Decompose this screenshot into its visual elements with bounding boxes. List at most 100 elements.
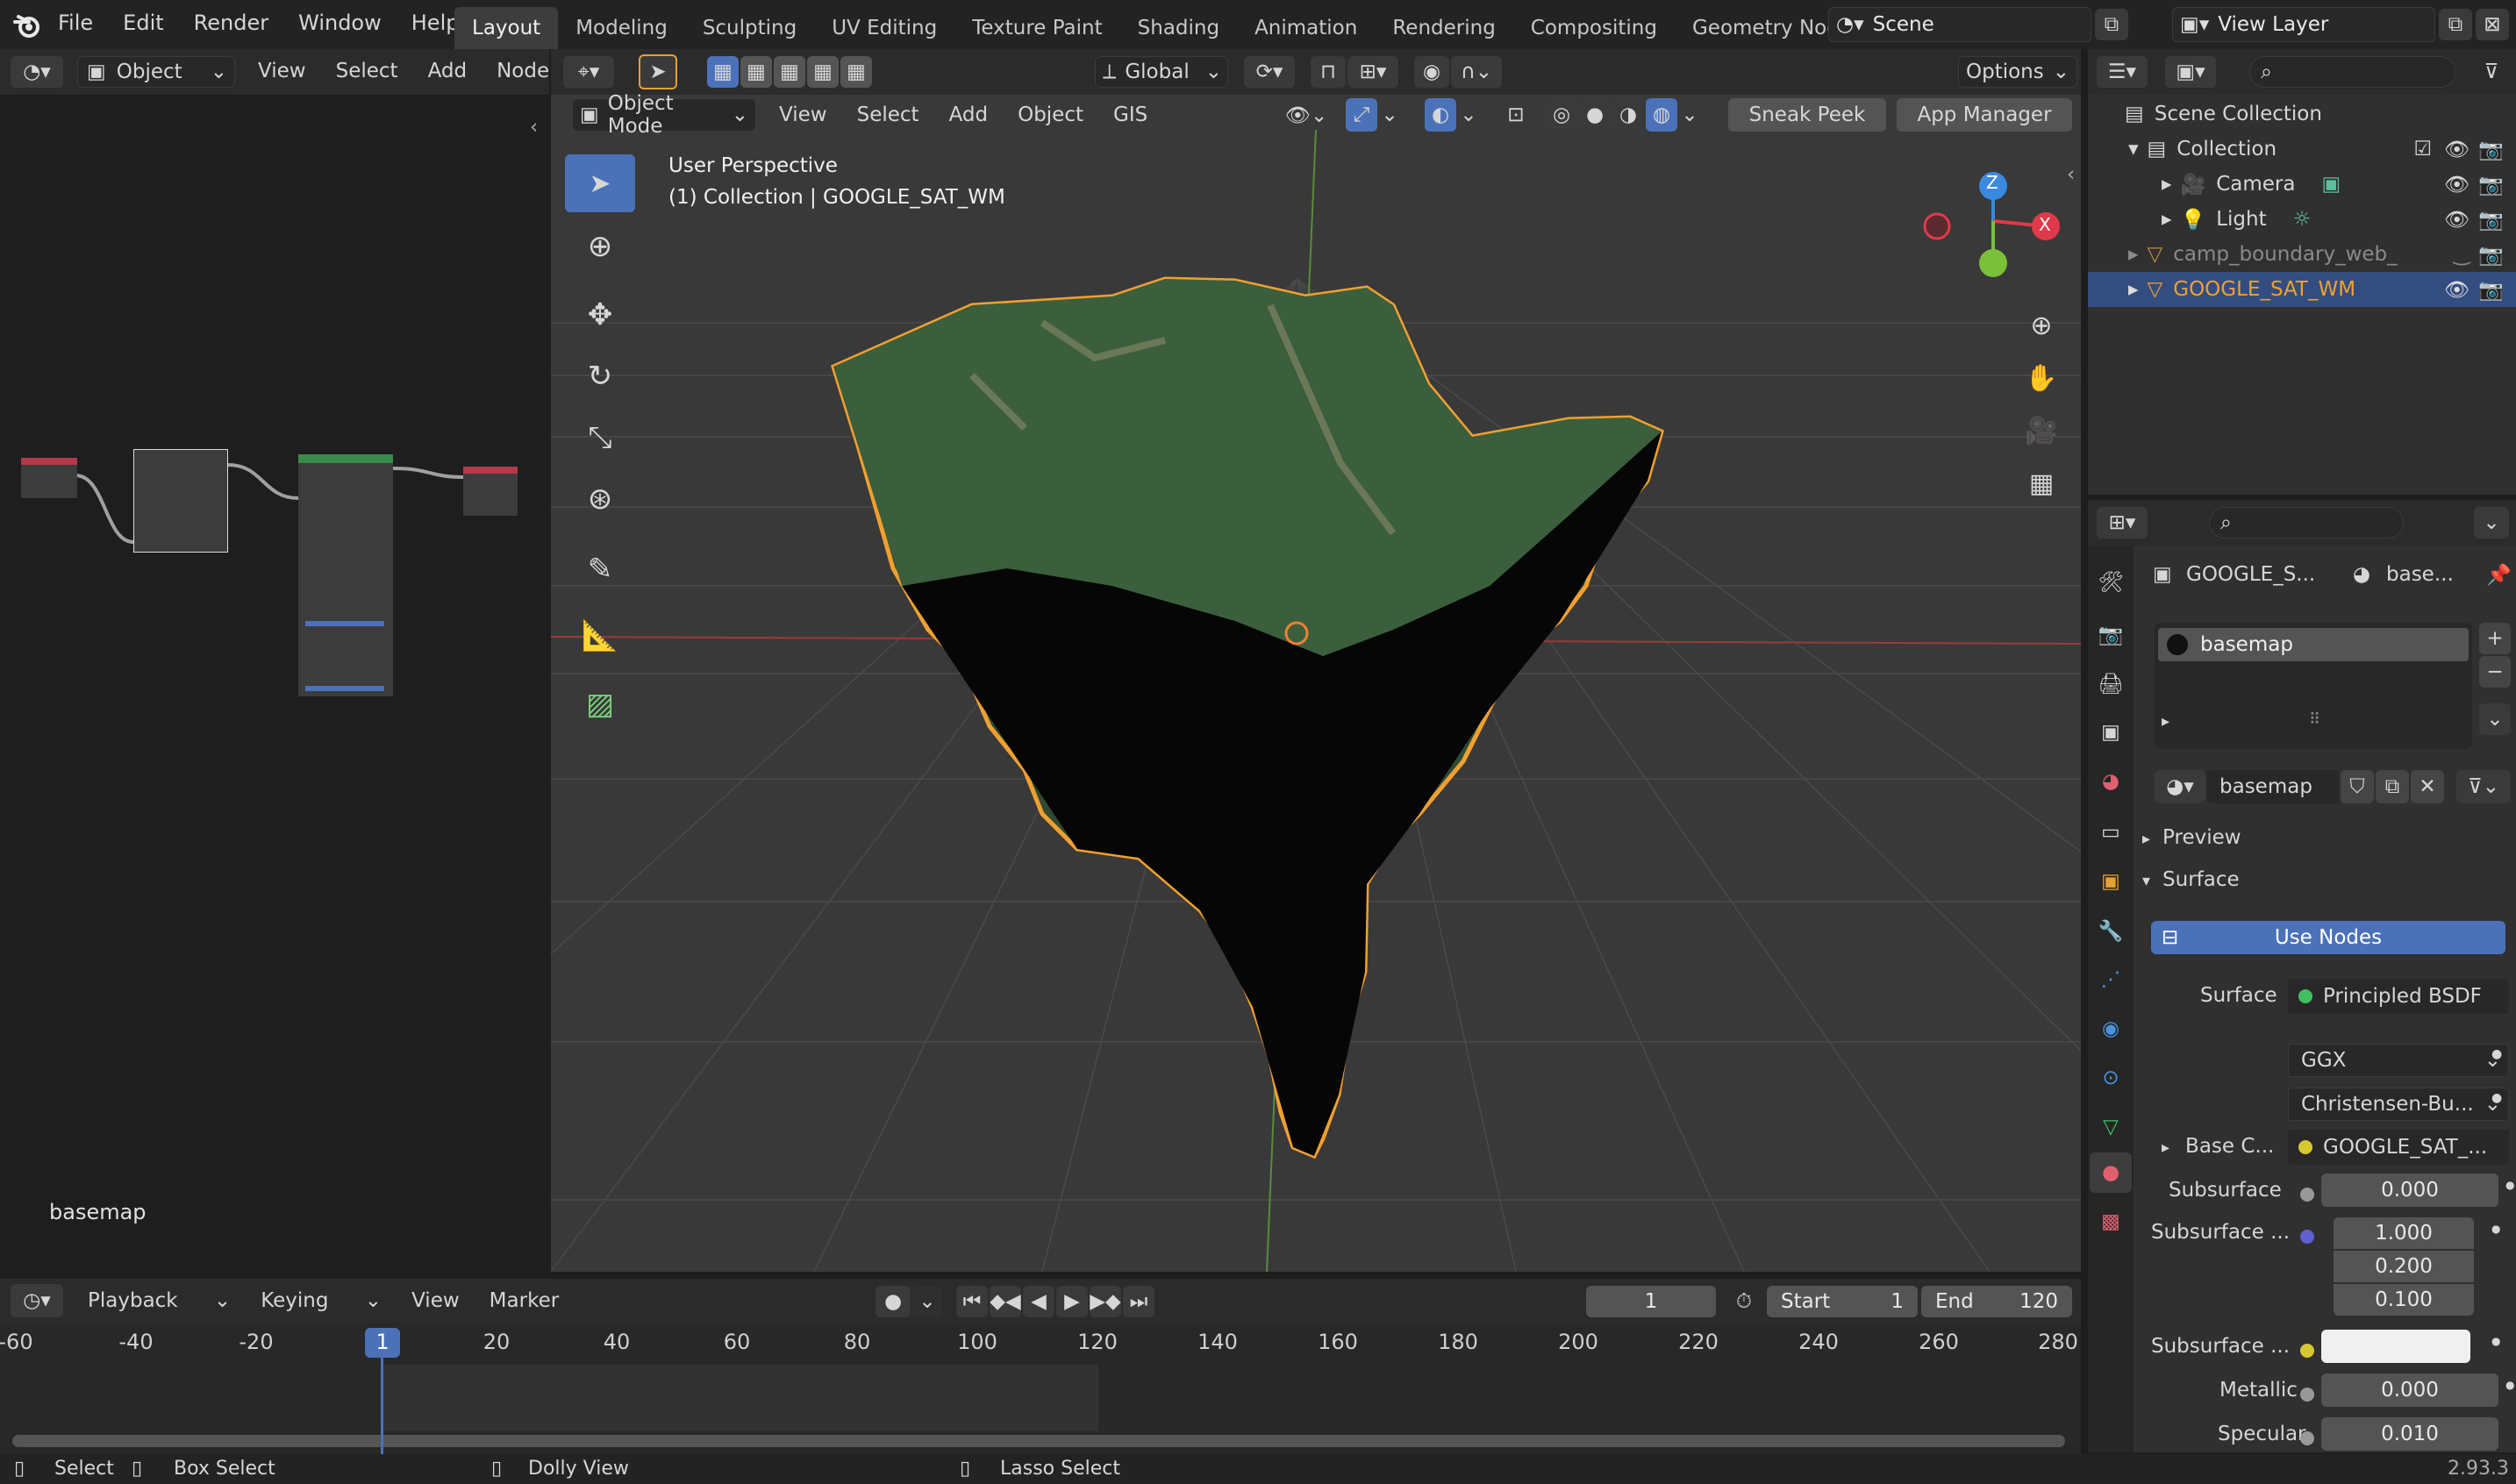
editor-type-viewport-icon[interactable]: ⌖▾ [563,56,614,88]
select-intersect-mode-icon[interactable]: ▦ [840,56,872,88]
tab-compositing[interactable]: Compositing [1513,7,1675,49]
material-slots-list[interactable]: basemap ▸ ⠿ [2155,623,2472,749]
subsurface-field[interactable]: 0.000 [2321,1174,2498,1207]
scene-selector[interactable]: ◔▾ Scene [1828,7,2091,42]
shading-rendered-icon[interactable]: ◍ [1646,98,1677,132]
viewport-sidebar-toggle-icon[interactable]: ‹ [2067,163,2075,186]
checkbox-icon[interactable]: ☑ [2414,138,2433,161]
remove-slot-button[interactable]: − [2479,656,2511,688]
tab-constraints-icon[interactable]: ⊙ [2090,1058,2132,1098]
view-layer-selector[interactable]: ▣▾ View Layer [2172,7,2435,42]
play-reverse-icon[interactable]: ◀ [1023,1286,1054,1317]
unlink-material-icon[interactable]: ✕ [2411,770,2444,803]
navigation-gizmo[interactable]: Z X [1909,165,2067,288]
tab-tool-icon[interactable]: 🛠 [2090,561,2132,602]
resize-handle-icon[interactable]: ⠿ [2309,710,2320,729]
outliner-row-google-sat[interactable]: ▸ ▽ GOOGLE_SAT_WM 👁 📷 [2088,272,2516,307]
tab-texture-icon[interactable]: ▩ [2090,1202,2132,1242]
tab-animation[interactable]: Animation [1237,7,1375,49]
tab-particles-icon[interactable]: ⋰ [2090,960,2132,1000]
gizmo-dropdown-icon[interactable]: ⌄ [1379,98,1400,132]
pin-icon[interactable]: 📌 [2486,563,2512,587]
tab-object-icon[interactable]: ▣ [2090,861,2132,902]
outliner-row-collection[interactable]: ▾ ▤ Collection ☑ 👁 📷 [2088,132,2516,167]
preview-range-stopwatch-icon[interactable]: ⏱ [1726,1286,1762,1317]
current-frame-field[interactable]: 1 [1586,1286,1716,1317]
material-slot-row[interactable]: basemap [2158,628,2469,661]
eye-icon[interactable]: 👁 [2444,278,2470,302]
shading-dropdown-icon[interactable]: ⌄ [1679,98,1700,132]
visibility-eye-icon[interactable]: 👁⌄ [1281,98,1332,132]
use-nodes-button[interactable]: ⊟ Use Nodes [2151,921,2505,954]
menu-help[interactable]: Help [411,11,460,35]
zoom-icon[interactable]: ⊕ [2019,303,2063,347]
select-invert-mode-icon[interactable]: ▦ [807,56,839,88]
gizmo-toggle-icon[interactable]: ⤢ [1346,98,1377,132]
sneak-peek-button[interactable]: Sneak Peek [1728,98,1886,132]
object-type-selector[interactable]: ▣ Object ⌄ [77,56,235,88]
blender-logo-icon[interactable] [11,9,44,42]
keyframe-dot-icon[interactable]: ● [2505,1379,2514,1391]
add-slot-button[interactable]: + [2479,623,2511,654]
node-menu-view[interactable]: View [258,60,306,82]
tool-annotate-icon[interactable]: ✎ [565,540,635,598]
tab-view-layer-icon[interactable]: ▣ [2090,712,2132,753]
expand-arrow-icon[interactable]: ▸ [2162,712,2169,731]
select-subtract-mode-icon[interactable]: ▦ [774,56,805,88]
tab-world-icon[interactable]: ▭ [2090,812,2132,853]
tab-output-icon[interactable]: 🖨 [2090,663,2132,703]
tool-scale-icon[interactable]: ⤡ [565,409,635,467]
snap-target-icon[interactable]: ⊞▾ [1347,56,1398,88]
texture-coordinate-node[interactable] [21,458,77,498]
tab-shading[interactable]: Shading [1120,7,1237,49]
preview-section-header[interactable]: ▸ Preview [2142,826,2241,849]
distribution-dropdown[interactable]: GGX ⌄ [2288,1044,2509,1077]
eye-icon[interactable]: 👁 [2444,208,2470,232]
eye-hidden-icon[interactable]: ‿ [2454,243,2470,266]
timeline-editor-type-icon[interactable]: ◷▾ [11,1284,63,1317]
end-frame-field[interactable]: End 120 [1921,1286,2072,1317]
menu-file[interactable]: File [58,11,93,35]
keyframe-dot-icon[interactable]: ● [2491,1091,2502,1105]
properties-editor-type-icon[interactable]: ⊞▾ [2097,507,2148,539]
base-color-field[interactable]: GOOGLE_SAT_... [2288,1130,2509,1165]
overlay-toggle-icon[interactable]: ◐ [1425,98,1456,132]
jump-start-icon[interactable]: ⏮ [956,1286,988,1317]
keyframe-dot-icon[interactable]: ● [2491,1223,2500,1235]
tab-physics-icon[interactable]: ◉ [2090,1009,2132,1049]
tab-modeling[interactable]: Modeling [558,7,685,49]
tab-modifier-icon[interactable]: 🔧 [2090,910,2132,951]
radius-y-field[interactable]: 0.200 [2334,1251,2474,1282]
node-menu-add[interactable]: Add [428,60,468,82]
falloff-icon[interactable]: ∩⌄ [1451,56,1502,88]
node-menu-select[interactable]: Select [336,60,398,82]
timeline-menu-keying[interactable]: Keying ⌄ [261,1289,382,1312]
next-keyframe-icon[interactable]: ▶◆ [1090,1286,1121,1317]
shading-wireframe-icon[interactable]: ◎ [1546,98,1577,132]
outliner-editor-type-icon[interactable]: ☰▾ [2097,56,2148,88]
camera-render-icon[interactable]: 📷 [2478,208,2504,232]
camera-render-icon[interactable]: 📷 [2478,278,2504,302]
tab-render-icon[interactable]: 📷 [2090,614,2132,654]
pivot-point-icon[interactable]: ⟳▾ [1244,56,1295,88]
subsurface-method-dropdown[interactable]: Christensen-Bu... ⌄ [2288,1088,2509,1121]
editor-type-icon[interactable]: ◔▾ [11,56,63,88]
viewport-menu-add[interactable]: Add [949,103,989,126]
tool-select-box-icon[interactable]: ➤ [565,154,635,212]
transform-orientation-selector[interactable]: ⟂ Global ⌄ [1095,56,1228,88]
surface-shader-field[interactable]: Principled BSDF [2288,979,2509,1014]
timeline-menu-view[interactable]: View [411,1289,460,1312]
tab-rendering[interactable]: Rendering [1375,7,1512,49]
menu-render[interactable]: Render [194,11,268,35]
outliner-row-light[interactable]: ▸ 💡 Light ☼ 👁 📷 [2088,202,2516,237]
fake-user-icon[interactable]: ⛉ [2341,770,2374,803]
outliner-search-input[interactable]: ⌕ [2249,56,2456,88]
select-extend-mode-icon[interactable]: ▦ [740,56,772,88]
timeline-area[interactable] [0,1323,2081,1456]
outliner-row-scene-collection[interactable]: ▤ Scene Collection [2088,96,2516,132]
metallic-field[interactable]: 0.000 [2321,1373,2498,1407]
viewport-menu-view[interactable]: View [779,103,827,126]
tab-texture-paint[interactable]: Texture Paint [954,7,1119,49]
start-frame-field[interactable]: Start 1 [1767,1286,1918,1317]
perspective-toggle-icon[interactable]: ▦ [2019,461,2063,505]
